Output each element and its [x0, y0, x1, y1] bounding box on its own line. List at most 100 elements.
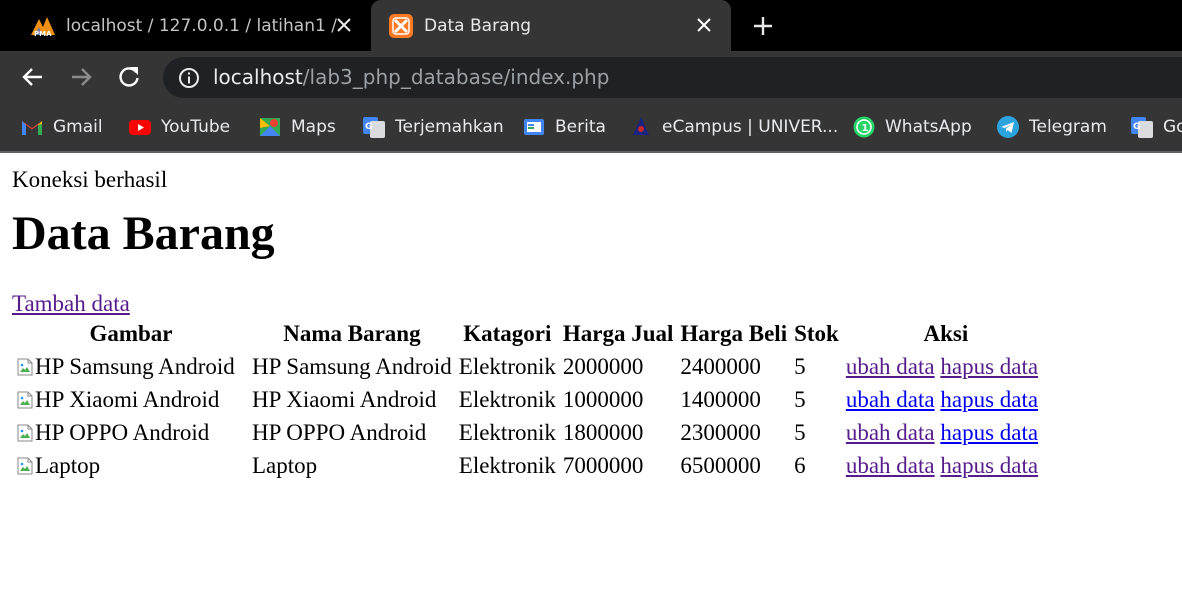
address-bar[interactable]: localhost/lab3_php_database/index.php [163, 57, 1182, 98]
delete-data-link[interactable]: hapus data [940, 420, 1038, 445]
broken-image-icon [17, 391, 33, 408]
bookmark-youtube[interactable]: YouTube [128, 103, 230, 151]
close-icon[interactable] [693, 14, 715, 36]
nama-barang-cell: HP Samsung Android [252, 354, 452, 379]
svg-text:G: G [1133, 122, 1140, 132]
bookmark-telegram[interactable]: Telegram [996, 103, 1107, 151]
tab-phpmyadmin[interactable]: PMA localhost / 127.0.0.1 / latihan1 / d… [0, 0, 371, 51]
column-header-kategori: Katagori [463, 321, 552, 346]
nama-barang-cell: HP Xiaomi Android [252, 387, 437, 412]
harga-beli-cell: 1400000 [680, 387, 761, 412]
url-host: localhost [213, 65, 303, 89]
bookmark-berita[interactable]: Berita [522, 103, 606, 151]
broken-image-icon [17, 424, 33, 441]
kategori-cell: Elektronik [458, 387, 556, 412]
product-image: Laptop [17, 449, 245, 482]
kategori-cell: Elektronik [458, 354, 556, 379]
back-arrow-icon[interactable] [20, 64, 46, 90]
bookmark-gmail[interactable]: Gmail [20, 103, 103, 151]
ecampus-icon [633, 117, 649, 135]
svg-text:PMA: PMA [34, 30, 52, 37]
table-row: HP OPPO Android HP OPPO Android Elektron… [15, 416, 1048, 449]
whatsapp-icon: 1 [853, 116, 875, 138]
tab-strip: PMA localhost / 127.0.0.1 / latihan1 / d… [0, 0, 1182, 51]
gmail-icon [22, 121, 42, 135]
stok-cell: 6 [794, 453, 806, 478]
harga-beli-cell: 6500000 [680, 453, 761, 478]
stok-cell: 5 [794, 420, 806, 445]
stok-cell: 5 [794, 387, 806, 412]
edit-data-link[interactable]: ubah data [846, 420, 935, 445]
image-alt-text: Laptop [35, 453, 101, 478]
table-row: HP Xiaomi Android HP Xiaomi Android Elek… [15, 383, 1048, 416]
youtube-icon [129, 120, 151, 135]
connection-status: Koneksi berhasil [12, 167, 168, 192]
harga-jual-cell: 7000000 [562, 453, 644, 478]
broken-image-icon [17, 457, 33, 474]
url-path: /lab3_php_database/index.php [302, 65, 610, 89]
aksi-cell: ubah data hapus data [844, 383, 1048, 416]
column-header-nama: Nama Barang [283, 321, 421, 346]
tab-title: localhost / 127.0.0.1 / latihan1 / db [66, 15, 338, 36]
kategori-cell: Elektronik [458, 420, 556, 445]
delete-data-link[interactable]: hapus data [940, 387, 1038, 412]
bookmark-translate-2[interactable]: G Go [1130, 103, 1182, 151]
product-image: HP OPPO Android [17, 416, 245, 449]
table-row: HP Samsung Android HP Samsung Android El… [15, 350, 1048, 383]
edit-data-link[interactable]: ubah data [846, 387, 935, 412]
bookmark-label: eCampus | UNIVER... [662, 117, 839, 137]
browser-toolbar: localhost/lab3_php_database/index.php [0, 51, 1182, 103]
bookmark-label: YouTube [161, 117, 231, 137]
forward-arrow-icon[interactable] [68, 64, 94, 90]
bookmark-label: Maps [291, 117, 336, 137]
delete-data-link[interactable]: hapus data [940, 453, 1038, 478]
info-icon[interactable] [178, 67, 200, 89]
aksi-cell: ubah data hapus data [844, 416, 1048, 449]
bookmarks-bar: Gmail YouTube Maps G Terjemahkan Berita … [0, 103, 1182, 153]
gambar-cell: HP OPPO Android [15, 416, 247, 449]
translate-icon: G [1131, 117, 1153, 138]
harga-jual-cell: 2000000 [562, 354, 644, 379]
news-icon [524, 119, 544, 135]
image-alt-text: HP OPPO Android [35, 420, 210, 445]
tab-title: Data Barang [424, 15, 532, 36]
gambar-cell: HP Xiaomi Android [15, 383, 247, 416]
harga-beli-cell: 2400000 [680, 354, 761, 379]
stok-cell: 5 [794, 354, 806, 379]
gambar-cell: HP Samsung Android [15, 350, 247, 383]
bookmark-maps[interactable]: Maps [258, 103, 336, 151]
delete-data-link[interactable]: hapus data [940, 354, 1038, 379]
phpmyadmin-icon: PMA [31, 16, 55, 37]
edit-data-link[interactable]: ubah data [846, 453, 935, 478]
bookmark-label: Telegram [1029, 117, 1107, 137]
bookmark-label: WhatsApp [885, 117, 972, 137]
items-table: Gambar Nama Barang Katagori Harga Jual H… [12, 317, 1051, 482]
close-icon[interactable] [333, 14, 355, 36]
page-title: Data Barang [12, 207, 275, 260]
column-header-harga-jual: Harga Jual [562, 321, 674, 346]
edit-data-link[interactable]: ubah data [846, 354, 935, 379]
translate-icon: G [363, 117, 385, 138]
column-header-gambar: Gambar [89, 321, 173, 346]
table-header-row: Gambar Nama Barang Katagori Harga Jual H… [15, 317, 1048, 350]
column-header-aksi: Aksi [923, 321, 969, 346]
new-tab-icon[interactable] [750, 13, 776, 39]
reload-icon[interactable] [116, 64, 142, 90]
image-alt-text: HP Samsung Android [35, 354, 235, 379]
tab-data-barang[interactable]: Data Barang [371, 0, 731, 51]
page-content: Koneksi berhasil Data Barang Tambah data… [0, 165, 1182, 482]
broken-image-icon [17, 358, 33, 375]
harga-jual-cell: 1800000 [562, 420, 644, 445]
bookmark-ecampus[interactable]: eCampus | UNIVER... [629, 103, 838, 151]
bookmark-terjemahkan[interactable]: G Terjemahkan [362, 103, 504, 151]
table-row: Laptop Laptop Elektronik 7000000 6500000… [15, 449, 1048, 482]
product-image: HP Xiaomi Android [17, 383, 245, 416]
column-header-harga-beli: Harga Beli [680, 321, 788, 346]
nama-barang-cell: Laptop [252, 453, 318, 478]
image-alt-text: HP Xiaomi Android [35, 387, 220, 412]
bookmark-whatsapp[interactable]: 1 WhatsApp [852, 103, 972, 151]
url-text[interactable]: localhost/lab3_php_database/index.php [213, 65, 609, 89]
add-data-link[interactable]: Tambah data [12, 289, 130, 319]
column-header-stok: Stok [794, 321, 839, 346]
svg-text:G: G [365, 122, 372, 132]
